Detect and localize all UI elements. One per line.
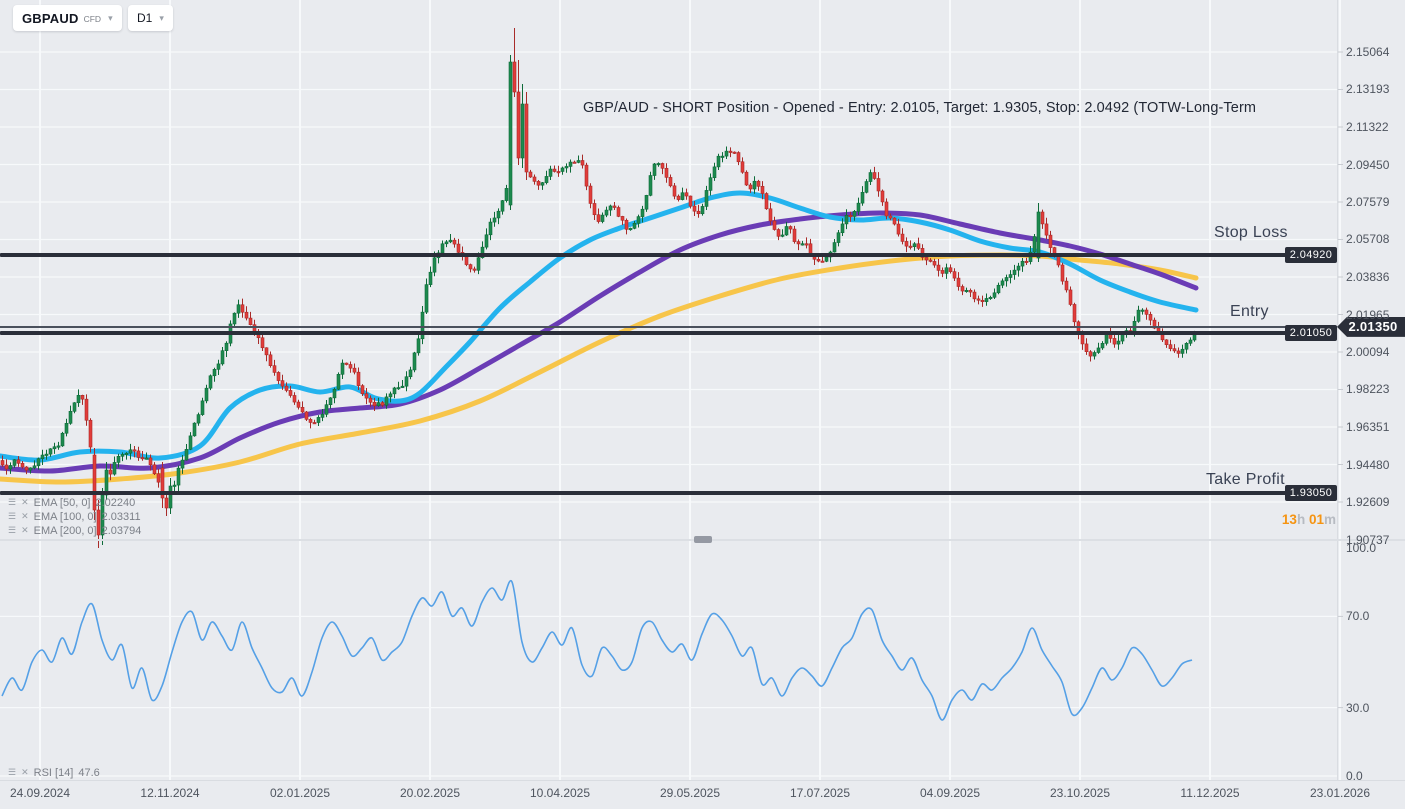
countdown-minutes-unit: m xyxy=(1323,512,1336,528)
rsi-axis-tick: 70.0 xyxy=(1346,609,1370,624)
rsi-axis-tick: 30.0 xyxy=(1346,700,1370,715)
instrument-type-label: CFD xyxy=(83,14,102,24)
price-axis-tick: 1.94480 xyxy=(1346,457,1390,472)
date-axis-label: 17.07.2025 xyxy=(789,786,851,800)
stop-loss-price-label[interactable]: 2.04920 xyxy=(1285,247,1337,264)
stop-loss-line[interactable] xyxy=(0,253,1337,258)
price-axis-tick: 1.92609 xyxy=(1346,495,1390,509)
indicator-remove-icon[interactable]: ✕ xyxy=(21,767,29,778)
legend-value: 2.03794 xyxy=(101,524,142,537)
indicator-settings-icon[interactable]: ☰ xyxy=(8,497,16,508)
legend-value: 47.6 xyxy=(78,766,100,779)
entry-text: Entry xyxy=(1230,302,1269,320)
date-axis-label: 11.12.2025 xyxy=(1180,786,1240,800)
price-axis-tick: 2.09450 xyxy=(1346,157,1390,172)
legend-label: EMA [50, 0] xyxy=(33,496,91,509)
date-axis-label: 02.01.2025 xyxy=(269,786,331,800)
entry-line[interactable] xyxy=(0,330,1337,335)
indicator-remove-icon[interactable]: ✕ xyxy=(21,511,29,522)
symbol-button[interactable]: GBPAUD CFD ▾ xyxy=(13,5,122,31)
symbol-label: GBPAUD xyxy=(22,10,79,26)
countdown-minutes: 01 xyxy=(1308,512,1324,528)
indicator-settings-icon[interactable]: ☰ xyxy=(8,767,16,778)
price-axis-tick: 2.11322 xyxy=(1346,119,1389,134)
stop-loss-text: Stop Loss xyxy=(1214,224,1288,242)
indicator-settings-icon[interactable]: ☰ xyxy=(8,511,16,522)
take-profit-line[interactable] xyxy=(0,491,1337,496)
ema200-line xyxy=(0,252,1199,485)
rsi-axis-tick: 0.0 xyxy=(1346,769,1363,783)
countdown-hours: 13 xyxy=(1281,512,1297,528)
legend-label: EMA [100, 0] xyxy=(33,510,97,523)
date-axis-label: 24.09.2024 xyxy=(9,786,71,800)
date-axis-label: 20.02.2025 xyxy=(399,786,461,800)
chart-canvas[interactable] xyxy=(0,0,1405,809)
price-axis-tick: 2.00094 xyxy=(1346,345,1390,359)
price-axis-tick: 2.01965 xyxy=(1346,307,1390,322)
date-axis-label: 12.11.2024 xyxy=(140,786,200,800)
indicator-remove-icon[interactable]: ✕ xyxy=(21,497,29,508)
legend-ema100: ☰ ✕ EMA [100, 0] 2.03311 xyxy=(8,510,141,523)
legend-ema50: ☰ ✕ EMA [50, 0] 2.02240 xyxy=(8,496,135,509)
price-axis-tick: 2.07579 xyxy=(1346,195,1390,209)
legend-rsi: ☰ ✕ RSI [14] 47.6 xyxy=(8,766,100,779)
date-axis-label: 23.10.2025 xyxy=(1049,786,1111,800)
price-axis-tick: 2.15064 xyxy=(1346,45,1390,59)
price-axis-tick: 1.98223 xyxy=(1346,382,1390,397)
timeframe-button[interactable]: D1 ▾ xyxy=(128,5,173,31)
grid xyxy=(0,0,1343,780)
price-axis-tick: 2.05708 xyxy=(1346,232,1390,247)
rsi-axis-tick: 100.0 xyxy=(1346,541,1377,555)
pane-resize-handle[interactable] xyxy=(694,536,712,543)
trading-chart-window: 2.04920 2.01050 1.93050 2.01350 Stop Los… xyxy=(0,0,1405,809)
chevron-down-icon: ▾ xyxy=(159,12,164,23)
date-axis-label: 04.09.2025 xyxy=(919,786,981,800)
price-axis-tick: 2.13193 xyxy=(1346,82,1390,97)
legend-label: RSI [14] xyxy=(33,766,74,779)
legend-value: 2.02240 xyxy=(95,496,136,509)
legend-ema200: ☰ ✕ EMA [200, 0] 2.03794 xyxy=(8,524,141,537)
rsi-line xyxy=(1,579,1193,721)
chevron-down-icon: ▾ xyxy=(108,12,113,23)
position-title: GBP/AUD - SHORT Position - Opened - Entr… xyxy=(583,100,1257,116)
date-axis-label: 10.04.2025 xyxy=(529,786,591,800)
price-axis-tick: 1.96351 xyxy=(1346,420,1390,434)
candle-close-countdown: 13h 01m xyxy=(1282,512,1336,527)
legend-value: 2.03311 xyxy=(101,510,141,523)
take-profit-text: Take Profit xyxy=(1206,471,1285,489)
price-axis-tick: 2.03836 xyxy=(1346,270,1390,284)
date-axis-label: 23.01.2026 xyxy=(1309,786,1371,800)
current-price-line xyxy=(0,325,1337,328)
timeframe-label: D1 xyxy=(137,11,153,25)
countdown-hours-unit: h xyxy=(1296,512,1306,528)
date-axis-label: 29.05.2025 xyxy=(659,786,721,800)
legend-label: EMA [200, 0] xyxy=(33,524,97,537)
entry-price-label[interactable]: 2.01050 xyxy=(1285,324,1337,341)
indicator-remove-icon[interactable]: ✕ xyxy=(21,525,29,536)
indicator-settings-icon[interactable]: ☰ xyxy=(8,525,16,536)
take-profit-price-label[interactable]: 1.93050 xyxy=(1285,485,1337,502)
